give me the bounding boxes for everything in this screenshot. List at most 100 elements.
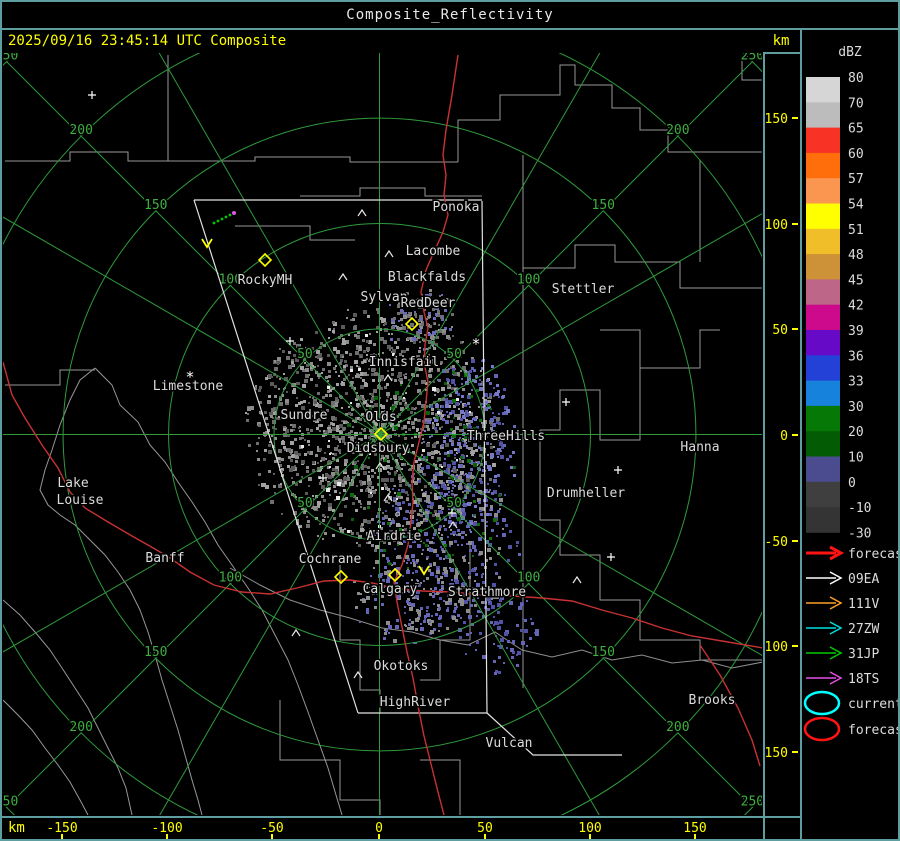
precip-pixel: [491, 492, 494, 495]
colorbar-block-65: [806, 128, 840, 154]
precip-pixel: [465, 505, 467, 507]
precip-pixel: [440, 363, 442, 365]
precip-pixel: [470, 632, 472, 634]
ring-distance-label: 200: [69, 123, 92, 138]
precip-pixel: [481, 563, 484, 566]
precip-pixel: [274, 385, 277, 388]
precip-pixel: [492, 412, 494, 414]
precip-pixel: [301, 476, 303, 478]
precip-pixel: [434, 510, 437, 513]
precip-pixel: [439, 557, 442, 560]
precip-pixel: [268, 395, 271, 398]
city-label-vulcan: Vulcan: [486, 736, 533, 751]
precip-pixel: [480, 383, 482, 385]
precip-pixel: [480, 449, 482, 451]
precip-pixel: [380, 573, 383, 576]
precip-pixel: [496, 384, 499, 387]
precip-pixel: [296, 371, 299, 374]
precip-pixel: [278, 449, 282, 453]
precip-pixel: [449, 439, 452, 442]
precip-pixel: [331, 416, 335, 420]
precip-pixel: [390, 478, 394, 482]
precip-pixel: [302, 437, 304, 439]
precip-pixel: [396, 498, 398, 500]
precip-pixel: [453, 534, 455, 536]
precip-pixel: [497, 611, 500, 614]
precip-pixel: [492, 423, 496, 427]
precip-pixel: [498, 485, 500, 487]
precip-pixel: [487, 608, 490, 611]
precip-pixel: [418, 613, 421, 616]
precip-pixel: [414, 418, 417, 421]
precip-pixel: [457, 442, 461, 446]
precip-pixel: [327, 362, 331, 366]
precip-pixel: [384, 386, 387, 389]
precip-pixel: [306, 466, 309, 469]
right-axis-unit-label: km: [766, 33, 796, 49]
precip-pixel: [506, 647, 508, 649]
precip-pixel: [352, 502, 355, 505]
precip-pixel: [449, 541, 453, 545]
precip-pixel: [474, 567, 477, 570]
precip-pixel: [422, 449, 425, 452]
colorbar-value-label: 51: [848, 223, 864, 238]
precip-pixel: [470, 475, 474, 479]
precip-pixel: [441, 444, 444, 447]
precip-pixel: [468, 615, 472, 619]
precip-pixel: [452, 365, 455, 368]
precip-pixel: [466, 455, 468, 457]
city-label-okotoks: Okotoks: [374, 659, 429, 674]
precip-pixel: [366, 358, 368, 360]
precip-pixel: [273, 485, 276, 488]
precip-pixel: [489, 513, 492, 516]
precip-pixel: [403, 374, 405, 376]
right-axis-tick-label: 50: [772, 323, 788, 338]
precip-pixel: [447, 384, 450, 387]
precip-pixel: [408, 469, 410, 471]
precip-pixel: [329, 389, 332, 392]
precip-pixel: [454, 607, 457, 610]
precip-pixel: [389, 525, 391, 527]
precip-pixel: [374, 598, 377, 601]
precip-pixel: [481, 576, 483, 578]
precip-pixel: [376, 308, 379, 311]
precip-pixel: [441, 507, 444, 510]
precip-pixel: [354, 360, 358, 364]
city-label-banff: Banff: [145, 551, 184, 566]
precip-pixel: [462, 531, 465, 534]
precip-pixel: [513, 474, 516, 477]
precip-pixel: [307, 440, 310, 443]
precip-pixel: [401, 324, 403, 326]
precip-pixel: [436, 441, 439, 444]
precip-pixel: [344, 505, 347, 508]
precip-pixel: [336, 429, 339, 432]
precip-pixel: [267, 400, 271, 404]
precip-pixel: [434, 496, 438, 500]
precip-pixel: [440, 546, 442, 548]
precip-pixel: [367, 520, 371, 524]
precip-pixel: [417, 401, 421, 405]
legend-ellipse-label: forecast: [848, 723, 898, 738]
precip-pixel: [462, 556, 465, 559]
precip-pixel: [322, 514, 324, 516]
precip-pixel: [327, 516, 329, 518]
precip-pixel: [393, 639, 397, 643]
precip-pixel: [315, 356, 317, 358]
colorbar-block-20: [806, 431, 840, 457]
precip-pixel: [452, 371, 455, 374]
precip-pixel: [462, 512, 466, 516]
precip-pixel: [502, 395, 505, 398]
colorbar-value-label: 54: [848, 198, 864, 213]
precip-pixel: [479, 445, 481, 447]
legend-arrow-label: 18TS: [848, 672, 879, 687]
city-label-lake: Lake: [57, 476, 88, 491]
radar-map-canvas[interactable]: 5010015020025050100150200250501001502002…: [2, 52, 763, 816]
precip-pixel: [458, 486, 462, 490]
precip-pixel: [343, 365, 346, 368]
city-label-olds: Olds: [365, 410, 396, 425]
precip-pixel: [366, 611, 369, 614]
precip-pixel: [479, 551, 483, 555]
precip-pixel: [376, 331, 378, 333]
precip-pixel: [325, 458, 327, 460]
precip-pixel: [436, 416, 439, 419]
